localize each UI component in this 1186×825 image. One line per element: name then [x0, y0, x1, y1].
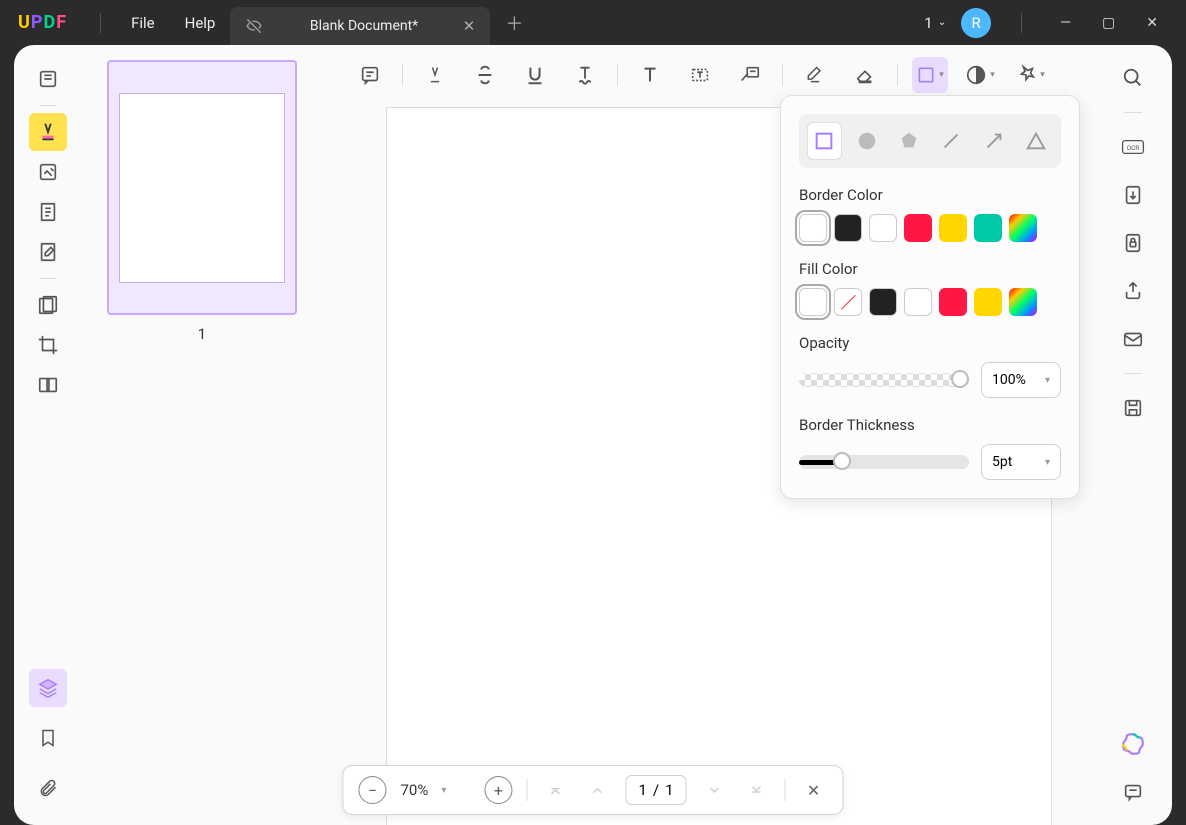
ai-assistant-icon[interactable] [1115, 726, 1151, 762]
underline-icon[interactable] [517, 57, 553, 93]
comment-panel-icon[interactable] [1115, 774, 1151, 810]
shape-properties-panel: Border Color Fill Color Opacity 100% Bor… [780, 95, 1080, 499]
fill-color-none[interactable] [834, 288, 862, 316]
opacity-label: Opacity [799, 334, 1061, 352]
thumbnail-page-number: 1 [107, 325, 297, 343]
fill-color-white[interactable] [799, 288, 827, 316]
first-page-button[interactable] [541, 776, 569, 804]
layers-icon[interactable] [29, 669, 67, 707]
shape-line[interactable] [934, 122, 968, 160]
textbox-icon[interactable] [682, 57, 718, 93]
fill-sign-icon[interactable] [29, 233, 67, 271]
zoom-out-button[interactable]: − [358, 776, 386, 804]
thickness-dropdown[interactable]: 5pt [981, 444, 1061, 480]
search-icon[interactable] [1115, 60, 1151, 96]
bookmark-icon[interactable] [29, 719, 67, 757]
close-pagebar-button[interactable]: ✕ [800, 776, 828, 804]
sticker-icon[interactable] [962, 57, 998, 93]
open-docs-count[interactable]: 1⌄ [924, 14, 946, 32]
close-window-button[interactable]: ✕ [1138, 10, 1166, 36]
shape-rectangle[interactable] [807, 122, 842, 160]
border-color-black[interactable] [834, 214, 862, 242]
prev-page-button[interactable] [583, 776, 611, 804]
ocr-icon[interactable]: OCR [1115, 129, 1151, 165]
shape-tool-button[interactable] [912, 57, 948, 93]
border-color-white2[interactable] [869, 214, 897, 242]
last-page-button[interactable] [743, 776, 771, 804]
strikethrough-icon[interactable] [467, 57, 503, 93]
share-icon[interactable] [1115, 273, 1151, 309]
crop-icon[interactable] [29, 326, 67, 364]
reader-mode-icon[interactable] [29, 60, 67, 98]
border-color-label: Border Color [799, 186, 1061, 204]
page-indicator[interactable]: 1/1 [625, 775, 686, 805]
border-color-red[interactable] [904, 214, 932, 242]
callout-icon[interactable] [732, 57, 768, 93]
minimize-button[interactable]: — [1052, 10, 1079, 36]
page-tool-icon[interactable] [29, 193, 67, 231]
border-color-white[interactable] [799, 214, 827, 242]
text-icon[interactable] [632, 57, 668, 93]
comment-tool-icon[interactable] [29, 113, 67, 151]
fill-color-red[interactable] [939, 288, 967, 316]
attachment-icon[interactable] [29, 769, 67, 807]
shape-polygon[interactable] [892, 122, 926, 160]
document-tab[interactable]: Blank Document* ✕ [230, 7, 490, 45]
highlight-icon[interactable] [417, 57, 453, 93]
thickness-slider[interactable] [799, 455, 969, 469]
add-tab-button[interactable]: ＋ [490, 10, 538, 36]
fill-color-custom[interactable] [1009, 288, 1037, 316]
tab-title: Blank Document* [275, 18, 452, 34]
protect-icon[interactable] [1115, 225, 1151, 261]
border-color-row [799, 214, 1061, 242]
zoom-in-button[interactable]: + [484, 776, 512, 804]
stamp-icon[interactable] [1012, 57, 1048, 93]
fill-color-row [799, 288, 1061, 316]
shape-oval[interactable] [850, 122, 884, 160]
visibility-off-icon [245, 17, 263, 35]
fill-color-black[interactable] [869, 288, 897, 316]
zoom-dropdown[interactable]: 70% [400, 781, 470, 799]
eraser-icon[interactable] [847, 57, 883, 93]
opacity-dropdown[interactable]: 100% [981, 362, 1061, 398]
svg-text:OCR: OCR [1127, 144, 1140, 152]
convert-icon[interactable] [1115, 177, 1151, 213]
squiggly-icon[interactable] [567, 57, 603, 93]
fill-color-white2[interactable] [904, 288, 932, 316]
border-color-yellow[interactable] [939, 214, 967, 242]
menu-help[interactable]: Help [170, 14, 231, 32]
opacity-slider[interactable] [799, 373, 969, 387]
tab-close-button[interactable]: ✕ [463, 17, 476, 35]
menu-file[interactable]: File [116, 14, 170, 32]
user-avatar[interactable]: R [961, 8, 991, 38]
redact-icon[interactable] [29, 286, 67, 324]
edit-tool-icon[interactable] [29, 153, 67, 191]
left-sidebar [14, 45, 82, 825]
border-color-cyan[interactable] [974, 214, 1002, 242]
compare-icon[interactable] [29, 366, 67, 404]
thumbnail-panel: 1 [82, 45, 322, 825]
page-thumbnail[interactable] [107, 60, 297, 315]
pencil-icon[interactable] [797, 57, 833, 93]
thickness-label: Border Thickness [799, 416, 1061, 434]
page-control-bar: − 70% + 1/1 ✕ [342, 765, 843, 815]
app-logo: UPDF [18, 12, 67, 33]
shape-triangle[interactable] [1019, 122, 1053, 160]
annotation-toolbar [344, 55, 1077, 95]
fill-color-label: Fill Color [799, 260, 1061, 278]
note-icon[interactable] [352, 57, 388, 93]
save-icon[interactable] [1115, 390, 1151, 426]
shape-arrow[interactable] [976, 122, 1010, 160]
right-sidebar: OCR [1094, 45, 1172, 825]
maximize-button[interactable]: ▢ [1094, 10, 1123, 36]
fill-color-yellow[interactable] [974, 288, 1002, 316]
border-color-custom[interactable] [1009, 214, 1037, 242]
next-page-button[interactable] [701, 776, 729, 804]
email-icon[interactable] [1115, 321, 1151, 357]
